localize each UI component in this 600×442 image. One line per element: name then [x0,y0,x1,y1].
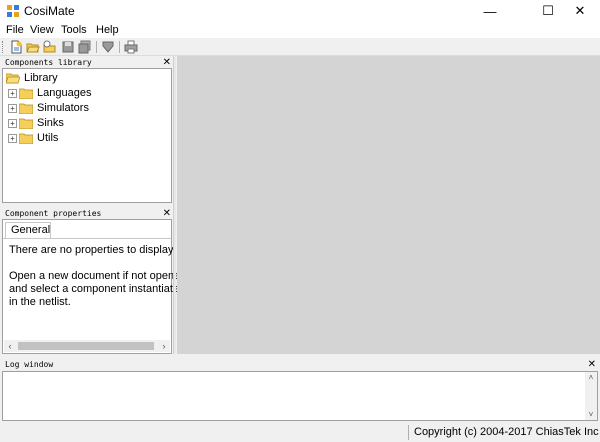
open-recent-icon[interactable] [43,40,57,54]
tree-item-label: Sinks [37,117,64,129]
app-logo-icon [7,5,19,17]
scroll-up-icon[interactable]: ˄ [585,372,597,383]
folder-icon [19,133,33,144]
new-document-icon[interactable] [9,40,23,54]
title-bar: CosiMate — ☐ ✕ [0,0,600,22]
print-icon[interactable] [124,40,138,54]
scrollbar-thumb[interactable] [18,342,154,350]
toolbar-grip[interactable] [2,41,5,53]
tree-item-library[interactable]: Library [6,71,58,85]
tree-item-simulators[interactable]: + Simulators [8,101,89,115]
folder-icon [19,88,33,99]
expand-icon[interactable]: + [8,118,17,128]
status-bar: Copyright (c) 2004-2017 ChiasTek Inc [0,423,600,442]
tree-item-languages[interactable]: + Languages [8,86,91,100]
vertical-scrollbar[interactable]: ˄ ˅ [585,372,597,420]
log-window-title: Log window [5,360,54,369]
menu-view[interactable]: View [30,24,54,36]
menu-help[interactable]: Help [96,24,119,36]
tree-item-sinks[interactable]: + Sinks [8,116,64,130]
window-title: CosiMate [24,4,75,18]
open-folder-icon[interactable] [26,40,40,54]
component-properties-panel: General There are no properties to displ… [2,219,189,354]
tree-item-utils[interactable]: + Utils [8,131,58,145]
toolbar-separator [119,41,120,53]
folder-icon [19,103,33,114]
tree-item-label: Utils [37,132,59,144]
close-icon[interactable]: ✕ [163,57,171,68]
close-button[interactable]: ✕ [558,0,600,22]
toolbar-separator [96,41,97,53]
log-window-header: Log window ✕ [2,359,598,370]
copyright-text: Copyright (c) 2004-2017 ChiasTek Inc [414,426,599,438]
tree-item-label: Simulators [37,102,89,114]
properties-message: in the netlist. [9,296,71,308]
horizontal-scrollbar[interactable]: ‹ › [4,340,170,352]
scroll-left-icon[interactable]: ‹ [4,340,16,352]
open-folder-icon [6,73,20,83]
panel-splitter[interactable] [173,56,176,354]
folder-icon [19,118,33,129]
properties-message: Open a new document if not opened, [9,270,190,282]
components-library-title: Components library [5,58,92,67]
properties-message: There are no properties to display. [9,244,176,256]
save-all-icon[interactable] [78,40,92,54]
tabstrip-divider [3,238,171,239]
menu-bar: File View Tools Help [0,22,600,38]
status-separator [408,425,409,440]
tree-item-label: Library [24,72,58,84]
menu-file[interactable]: File [6,24,24,36]
close-icon[interactable]: ✕ [588,359,596,370]
component-properties-title: Component properties [5,209,102,218]
save-icon[interactable] [61,40,75,54]
components-library-header: Components library ✕ [2,57,173,68]
tab-general[interactable]: General [5,222,51,238]
tree-item-label: Languages [37,87,92,99]
expand-icon[interactable]: + [8,88,17,98]
properties-message: and select a component instantiated [9,283,186,295]
toolbar [0,38,600,56]
menu-tools[interactable]: Tools [61,24,87,36]
expand-icon[interactable]: + [8,103,17,113]
netlist-icon[interactable] [101,40,115,54]
log-window[interactable]: ˄ ˅ [2,371,598,421]
minimize-button[interactable]: — [468,0,512,22]
expand-icon[interactable]: + [8,133,17,143]
close-icon[interactable]: ✕ [163,208,171,219]
document-area[interactable] [177,56,600,354]
scroll-right-icon[interactable]: › [158,340,170,352]
component-properties-header: Component properties ✕ [2,208,173,219]
components-library-tree: Library + Languages + Simulators + Sinks… [2,68,172,203]
scroll-down-icon[interactable]: ˅ [585,409,597,420]
